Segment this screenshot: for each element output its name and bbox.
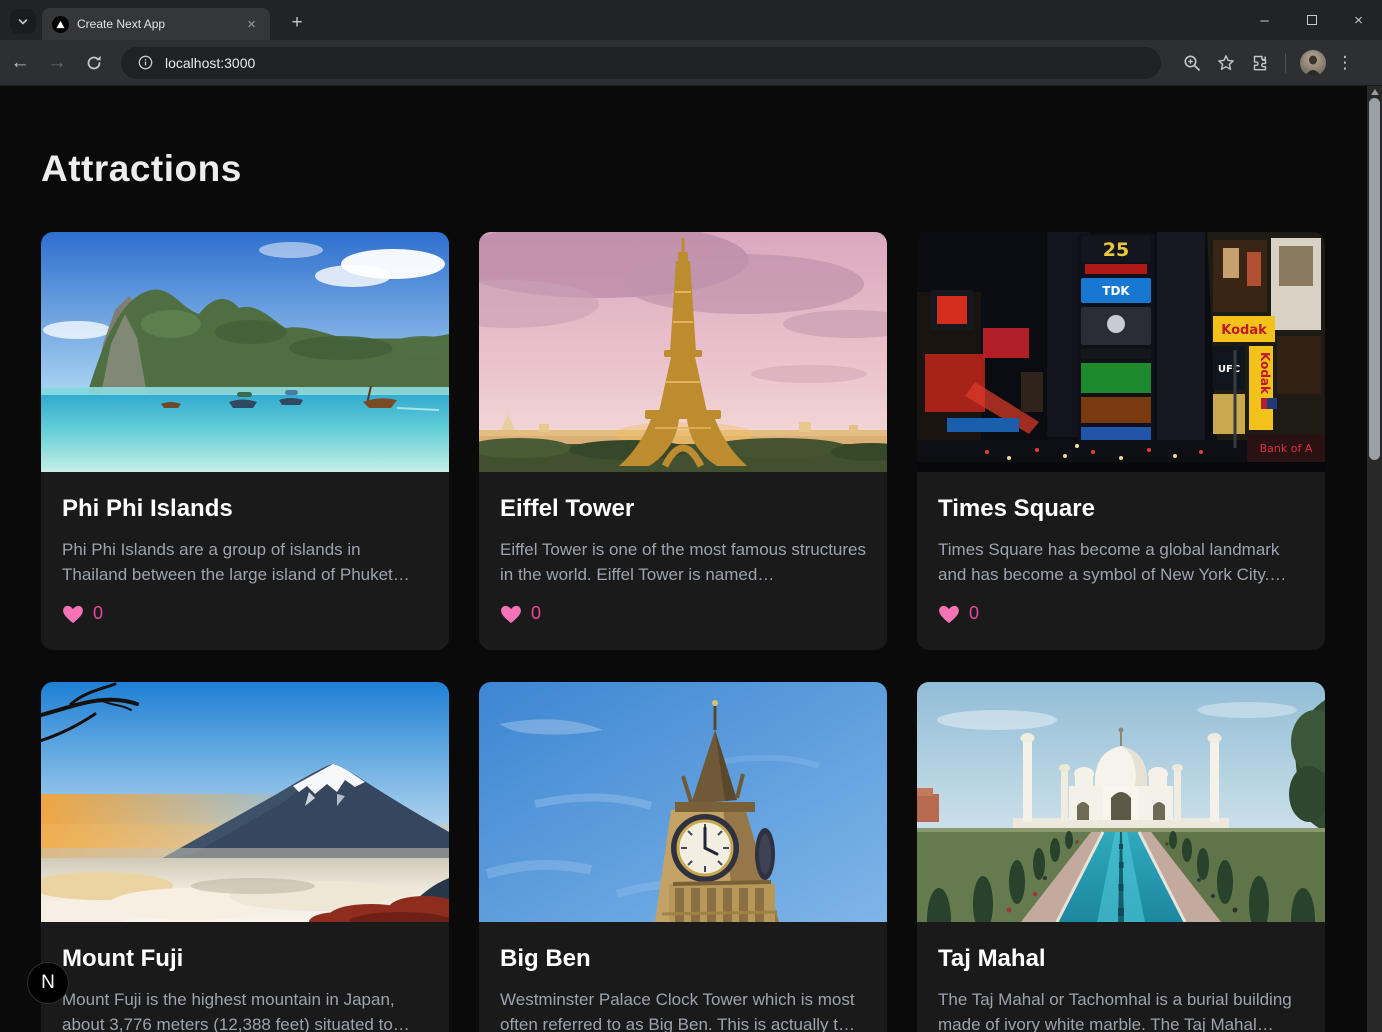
nextjs-devtools-button[interactable]: N [27, 962, 69, 1004]
heart-icon [62, 604, 84, 624]
like-count: 0 [93, 603, 103, 624]
attraction-title: Phi Phi Islands [62, 495, 428, 523]
extensions-button[interactable] [1245, 48, 1275, 78]
times-square-photo: 25 TDK [917, 232, 1325, 472]
attraction-description: Mount Fuji is the highest mountain in Ja… [62, 987, 428, 1032]
svg-text:UFC: UFC [1218, 364, 1240, 375]
url-text: localhost:3000 [165, 55, 255, 71]
attraction-description: Eiffel Tower is one of the most famous s… [500, 537, 866, 587]
page-viewport: Attractions [0, 86, 1367, 1032]
attraction-title: Times Square [938, 495, 1304, 523]
like-button[interactable]: 0 [62, 603, 428, 624]
svg-text:Kodak: Kodak [1258, 352, 1272, 395]
like-count: 0 [531, 603, 541, 624]
address-bar[interactable]: localhost:3000 [121, 47, 1161, 79]
close-window-button[interactable]: × [1335, 0, 1382, 40]
chevron-down-icon [18, 17, 28, 27]
tab-strip: Create Next App × + – × [0, 0, 1382, 40]
minimize-button[interactable]: – [1241, 0, 1288, 40]
profile-avatar[interactable] [1300, 50, 1326, 76]
heart-icon [938, 604, 960, 624]
page-scrollbar[interactable] [1367, 86, 1382, 1032]
attraction-card-big-ben[interactable]: Big Ben Westminster Palace Clock Tower w… [479, 682, 887, 1032]
reload-icon [85, 54, 103, 72]
page-title: Attractions [41, 148, 1367, 190]
browser-tab[interactable]: Create Next App × [42, 8, 270, 40]
zoom-button[interactable] [1177, 48, 1207, 78]
window-controls: – × [1241, 0, 1382, 40]
nextjs-favicon-icon [52, 16, 69, 33]
tab-title: Create Next App [77, 17, 243, 31]
attraction-title: Mount Fuji [62, 945, 428, 973]
eiffel-tower-photo [479, 232, 887, 472]
attraction-title: Eiffel Tower [500, 495, 866, 523]
back-button[interactable]: ← [3, 46, 37, 80]
bookmark-button[interactable] [1211, 48, 1241, 78]
attraction-card-eiffel-tower[interactable]: Eiffel Tower Eiffel Tower is one of the … [479, 232, 887, 650]
puzzle-icon [1251, 54, 1269, 72]
attraction-title: Taj Mahal [938, 945, 1304, 973]
magnifier-icon [1183, 54, 1201, 72]
svg-text:25: 25 [1103, 239, 1129, 261]
toolbar-right: ⋮ [1175, 48, 1358, 78]
attraction-card-times-square[interactable]: 25 TDK [917, 232, 1325, 650]
taj-mahal-photo [917, 682, 1325, 922]
like-button[interactable]: 0 [500, 603, 866, 624]
scrollbar-thumb[interactable] [1369, 98, 1380, 460]
site-info-icon[interactable] [133, 51, 157, 75]
attraction-card-taj-mahal[interactable]: Taj Mahal The Taj Mahal or Tachomhal is … [917, 682, 1325, 1032]
attraction-title: Big Ben [500, 945, 866, 973]
new-tab-button[interactable]: + [282, 8, 312, 38]
attraction-description: Times Square has become a global landmar… [938, 537, 1304, 587]
svg-text:TDK: TDK [1102, 284, 1130, 298]
svg-text:Kodak: Kodak [1221, 323, 1267, 338]
browser-toolbar: ← → localhost:3000 ⋮ [0, 40, 1382, 86]
attraction-card-phi-phi-islands[interactable]: Phi Phi Islands Phi Phi Islands are a gr… [41, 232, 449, 650]
mount-fuji-photo [41, 682, 449, 922]
toolbar-divider [1285, 53, 1286, 73]
tab-search-button[interactable] [10, 9, 36, 34]
forward-button: → [40, 46, 74, 80]
attraction-description: The Taj Mahal or Tachomhal is a burial b… [938, 987, 1304, 1032]
phi-phi-islands-photo [41, 232, 449, 472]
like-count: 0 [969, 603, 979, 624]
svg-text:Bank of A: Bank of A [1260, 442, 1313, 455]
heart-icon [500, 604, 522, 624]
tab-close-icon[interactable]: × [243, 15, 260, 34]
browser-menu-button[interactable]: ⋮ [1332, 53, 1358, 73]
attraction-card-mount-fuji[interactable]: Mount Fuji Mount Fuji is the highest mou… [41, 682, 449, 1032]
attraction-description: Westminster Palace Clock Tower which is … [500, 987, 866, 1032]
attractions-grid: Phi Phi Islands Phi Phi Islands are a gr… [41, 232, 1367, 1032]
maximize-button[interactable] [1288, 0, 1335, 40]
star-icon [1217, 54, 1235, 72]
scrollbar-up-arrow-icon[interactable] [1371, 89, 1379, 95]
maximize-icon [1307, 15, 1317, 25]
reload-button[interactable] [77, 46, 111, 80]
like-button[interactable]: 0 [938, 603, 1304, 624]
big-ben-photo [479, 682, 887, 922]
attraction-description: Phi Phi Islands are a group of islands i… [62, 537, 428, 587]
